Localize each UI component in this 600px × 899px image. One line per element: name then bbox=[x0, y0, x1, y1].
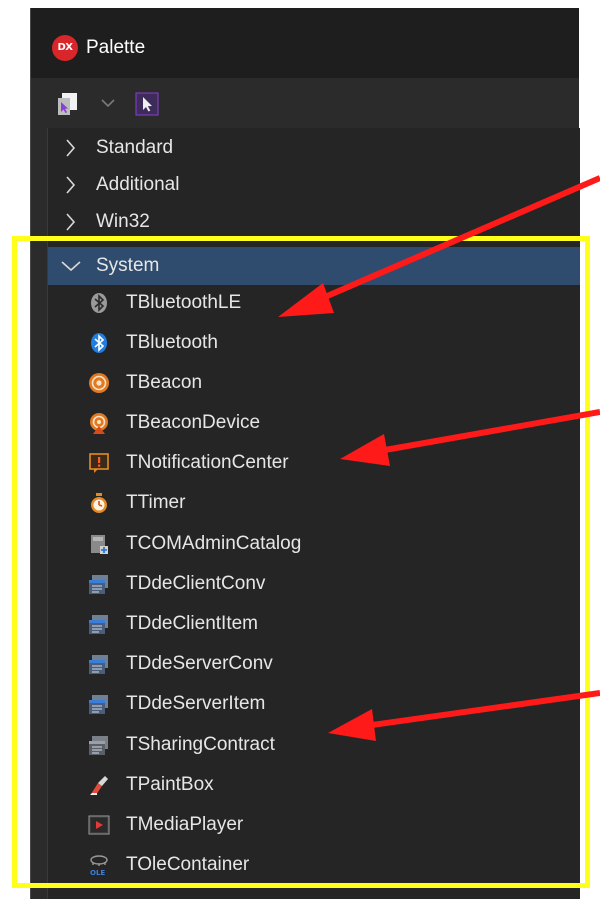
beacon-icon bbox=[89, 373, 109, 393]
component-item[interactable]: TPaintBox bbox=[48, 765, 580, 803]
chevron-right-icon bbox=[66, 176, 76, 194]
component-label: TBeaconDevice bbox=[126, 412, 261, 433]
category-label: Standard bbox=[96, 137, 174, 158]
component-label: TNotificationCenter bbox=[126, 452, 289, 473]
component-label: TMediaPlayer bbox=[126, 814, 244, 835]
title-bar[interactable]: DX Palette bbox=[31, 8, 579, 78]
component-item[interactable]: TDdeClientConv bbox=[48, 564, 580, 602]
category-label: System bbox=[96, 255, 160, 276]
component-label: TBluetoothLE bbox=[126, 292, 242, 313]
component-label: TTimer bbox=[126, 492, 186, 513]
notification-icon bbox=[89, 453, 109, 473]
delphi-logo-icon: DX bbox=[52, 35, 78, 61]
component-label: TDdeServerConv bbox=[126, 653, 273, 674]
chevron-down-icon bbox=[61, 261, 81, 272]
window-title: Palette bbox=[86, 37, 146, 58]
component-label: TPaintBox bbox=[126, 774, 214, 795]
timer-icon bbox=[91, 493, 107, 513]
component-label: TDdeServerItem bbox=[126, 693, 266, 714]
component-label: TOleContainer bbox=[126, 854, 250, 875]
media-player-icon bbox=[88, 815, 110, 835]
dde-window-icon bbox=[89, 655, 108, 674]
component-label: TDdeClientConv bbox=[126, 573, 266, 594]
beacon-device-icon bbox=[90, 413, 108, 434]
component-item[interactable]: TSharingContract bbox=[48, 725, 580, 763]
component-label: TSharingContract bbox=[126, 734, 275, 755]
dde-window-icon bbox=[89, 695, 108, 714]
sharing-contract-icon bbox=[89, 736, 108, 755]
chevron-down-icon[interactable] bbox=[101, 96, 115, 115]
paint-box-icon bbox=[90, 776, 108, 795]
component-item[interactable]: TDdeServerItem bbox=[48, 684, 580, 722]
palette-toolbar bbox=[31, 78, 579, 128]
component-item[interactable]: TTimer bbox=[48, 483, 580, 521]
component-item[interactable]: TBluetoothLE bbox=[48, 283, 580, 321]
chevron-right-icon bbox=[66, 139, 76, 157]
category-win32[interactable]: Win32 bbox=[48, 203, 580, 241]
component-item[interactable]: TDdeClientItem bbox=[48, 604, 580, 642]
component-label: TCOMAdminCatalog bbox=[126, 533, 302, 554]
ole-container-icon: OLE bbox=[90, 855, 108, 876]
component-item[interactable]: OLE TOleContainer bbox=[48, 845, 580, 883]
bluetooth-le-icon bbox=[91, 293, 107, 313]
bluetooth-icon bbox=[91, 333, 107, 353]
category-label: Additional bbox=[96, 174, 180, 195]
category-label: Win32 bbox=[96, 211, 150, 232]
pointer-arrow-icon[interactable] bbox=[135, 92, 159, 121]
svg-text:OLE: OLE bbox=[90, 869, 105, 876]
palette-tree: Standard Additional Win32 System TBlueto… bbox=[47, 128, 580, 899]
com-admin-icon bbox=[91, 535, 108, 554]
category-additional[interactable]: Additional bbox=[48, 166, 580, 204]
dde-window-icon bbox=[89, 575, 108, 594]
component-item[interactable]: TCOMAdminCatalog bbox=[48, 524, 580, 562]
palette-window: DX Palette Standard Additional Win32 Sys… bbox=[30, 8, 580, 899]
component-label: TDdeClientItem bbox=[126, 613, 258, 634]
component-item[interactable]: TNotificationCenter bbox=[48, 443, 580, 481]
component-item[interactable]: TBeacon bbox=[48, 363, 580, 401]
category-standard[interactable]: Standard bbox=[48, 129, 580, 167]
chevron-right-icon bbox=[66, 213, 76, 231]
component-item[interactable]: TDdeServerConv bbox=[48, 644, 580, 682]
dde-window-icon bbox=[89, 615, 108, 634]
component-item[interactable]: TBluetooth bbox=[48, 323, 580, 361]
screenshot-page: DX Palette Standard Additional Win32 Sys… bbox=[0, 0, 600, 899]
component-item[interactable]: TBeaconDevice bbox=[48, 403, 580, 441]
component-label: TBluetooth bbox=[126, 332, 218, 353]
component-select-icon[interactable] bbox=[57, 92, 81, 121]
category-system[interactable]: System bbox=[48, 247, 580, 285]
component-item[interactable]: TMediaPlayer bbox=[48, 805, 580, 843]
component-label: TBeacon bbox=[126, 372, 203, 393]
